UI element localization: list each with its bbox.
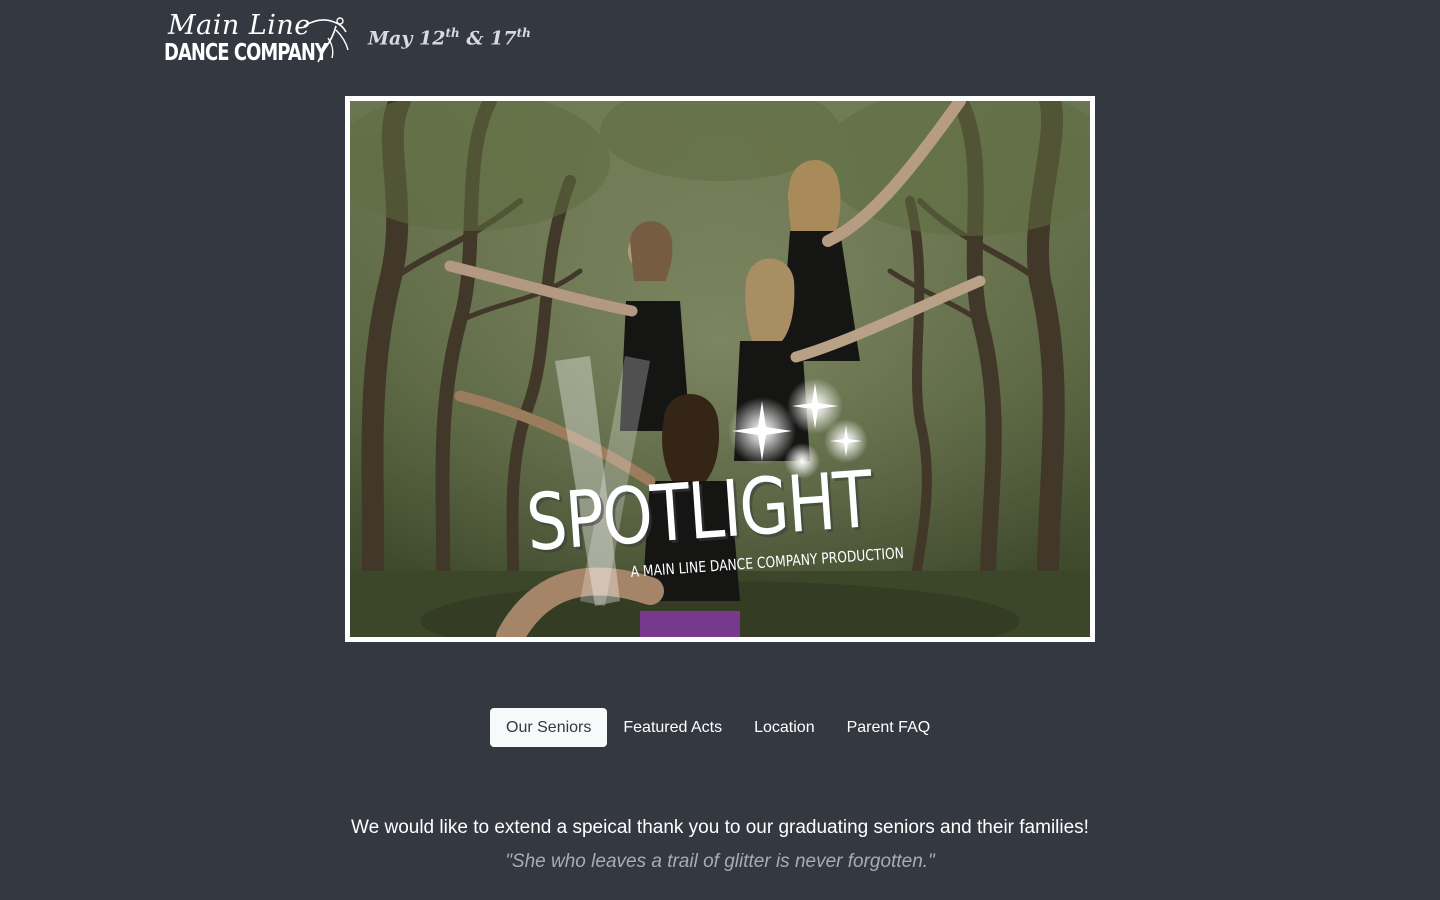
tab-featured-acts[interactable]: Featured Acts <box>607 708 738 747</box>
logo-script-text: Main Line <box>168 10 311 41</box>
event-dates: May 12th & 17th <box>368 26 531 49</box>
dates-first-day: May 12 <box>368 27 446 50</box>
tab-location[interactable]: Location <box>738 708 831 747</box>
section-tabs: Our Seniors Featured Acts Location Paren… <box>490 708 946 747</box>
dancer-icon <box>303 17 349 63</box>
site-header: Main Line DANCE COMPANY May 12th & 17th <box>164 10 531 72</box>
dates-joiner: & 17 <box>459 27 517 50</box>
tab-parent-faq[interactable]: Parent FAQ <box>831 708 947 747</box>
company-logo[interactable]: Main Line DANCE COMPANY <box>164 10 352 72</box>
seniors-thanks-text: We would like to extend a speical thank … <box>351 817 1089 838</box>
hero-image: SPOTLIGHT A MAIN LINE DANCE COMPANY PROD… <box>345 96 1095 642</box>
page: Main Line DANCE COMPANY May 12th & 17th <box>0 0 1440 900</box>
tab-our-seniors[interactable]: Our Seniors <box>490 708 608 747</box>
seniors-quote: "She who leaves a trail of glitter is ne… <box>505 851 935 872</box>
dates-first-suffix: th <box>445 26 460 40</box>
dates-second-suffix: th <box>516 26 531 40</box>
